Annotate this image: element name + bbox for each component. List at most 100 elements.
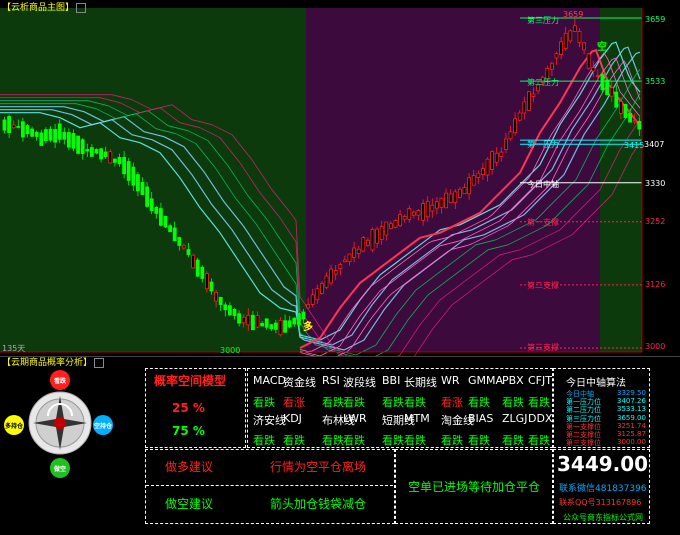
candle bbox=[71, 133, 76, 149]
level-label-pivot: 今日中轴 bbox=[527, 180, 559, 189]
candle bbox=[94, 148, 99, 154]
compass-right-button[interactable]: 空持仓 bbox=[93, 415, 113, 435]
candle bbox=[154, 206, 159, 214]
candle bbox=[411, 211, 416, 216]
indicator-signal: 看跌 bbox=[253, 396, 275, 409]
candle bbox=[434, 201, 439, 209]
candle bbox=[34, 131, 39, 137]
candle bbox=[246, 314, 251, 326]
candle bbox=[563, 32, 568, 49]
candle bbox=[296, 313, 301, 326]
candle bbox=[365, 239, 370, 246]
candle bbox=[237, 313, 242, 324]
candle bbox=[448, 193, 453, 204]
main-price-chart[interactable] bbox=[0, 0, 680, 356]
candle bbox=[517, 112, 522, 121]
level-value-r3: 3659 bbox=[645, 15, 666, 24]
level-label-s3: 第三支撑 bbox=[527, 343, 559, 352]
candle bbox=[85, 149, 90, 152]
indicator-signal: 看跌 bbox=[502, 396, 524, 409]
candle bbox=[402, 215, 407, 220]
candle bbox=[370, 228, 375, 251]
candle bbox=[90, 147, 94, 157]
candle bbox=[113, 158, 117, 163]
pivot-title: 今日中轴算法 bbox=[566, 378, 626, 389]
candle bbox=[388, 223, 393, 229]
pivot-row-value: 3329.50 bbox=[617, 389, 646, 397]
level-label-r1: 第一压力 bbox=[527, 140, 559, 149]
indicator-name: 波段线 bbox=[343, 376, 376, 389]
pivot-row-value: 3000.00 bbox=[617, 438, 646, 447]
pivot-row-value: 3407.26 bbox=[617, 397, 646, 406]
candle bbox=[462, 187, 467, 195]
indicator-signal: 看跌 bbox=[404, 396, 426, 409]
indicator-signal: 看涨 bbox=[441, 396, 463, 409]
indicator-name: ZLGJ bbox=[502, 412, 528, 425]
candle bbox=[329, 268, 334, 284]
candle bbox=[393, 219, 398, 228]
candle bbox=[241, 316, 246, 324]
candle bbox=[425, 200, 430, 218]
candle bbox=[531, 93, 536, 97]
panel-toggle-icon[interactable] bbox=[76, 2, 87, 13]
level-label-r2: 第二压力 bbox=[527, 78, 559, 87]
candle bbox=[11, 124, 16, 129]
candle bbox=[439, 197, 444, 209]
candle bbox=[338, 264, 343, 269]
candle bbox=[550, 62, 554, 70]
candle bbox=[227, 305, 232, 316]
candle bbox=[476, 172, 481, 178]
candle bbox=[20, 121, 25, 138]
indicator-name: WR bbox=[441, 374, 460, 387]
candle bbox=[218, 296, 223, 305]
indicator-signal: 看跌 bbox=[528, 434, 550, 447]
high-price-label: 3659 bbox=[563, 10, 584, 19]
candle bbox=[315, 288, 320, 301]
level-label-s1: 第一支撑 bbox=[527, 218, 559, 227]
candle bbox=[480, 168, 485, 175]
candle bbox=[269, 324, 274, 330]
candle bbox=[30, 128, 35, 137]
advice-short-text: 箭头加仓钱袋减仓 bbox=[270, 497, 367, 511]
candle bbox=[48, 128, 53, 141]
candle bbox=[191, 254, 196, 269]
candle bbox=[172, 227, 177, 242]
indicator-signal: 看跌 bbox=[382, 396, 404, 409]
candle bbox=[527, 91, 531, 111]
indicator-name: KDJ bbox=[283, 412, 302, 425]
indicator-signal: 看跌 bbox=[343, 396, 365, 409]
candle bbox=[407, 208, 412, 220]
candle bbox=[39, 132, 44, 146]
candle bbox=[145, 186, 150, 207]
candle bbox=[490, 151, 495, 170]
candle bbox=[287, 320, 292, 328]
indicator-name: 资金线 bbox=[283, 376, 316, 389]
candle bbox=[430, 204, 435, 212]
candle bbox=[324, 275, 329, 288]
indicator-signal: 看跌 bbox=[343, 434, 365, 447]
candle bbox=[384, 221, 389, 236]
compass-bottom-button[interactable]: 做空 bbox=[50, 458, 70, 478]
advice-short-label: 做空建议 bbox=[165, 497, 214, 511]
compass-left-button[interactable]: 多持仓 bbox=[4, 415, 24, 435]
candle bbox=[494, 152, 499, 163]
level-value-s2: 3126 bbox=[645, 280, 666, 289]
candle bbox=[632, 120, 637, 123]
candle bbox=[76, 135, 80, 154]
candle bbox=[80, 139, 85, 154]
candle bbox=[352, 247, 357, 258]
indicator-name: MTM bbox=[404, 412, 430, 425]
candle bbox=[223, 304, 228, 311]
advice-long-text: 行情为空平仓离场 bbox=[270, 460, 367, 474]
level-label-s2: 第二支撑 bbox=[527, 281, 559, 290]
candle bbox=[149, 198, 154, 212]
candle bbox=[255, 315, 260, 328]
candle bbox=[25, 125, 30, 135]
bull-zone-bg-right bbox=[600, 8, 642, 352]
candle bbox=[283, 320, 288, 333]
contact-wechat: 联系微信481837396 bbox=[559, 484, 647, 494]
candle bbox=[577, 31, 582, 43]
compass-top-button[interactable]: 看跌 bbox=[50, 370, 70, 390]
candle bbox=[260, 323, 265, 327]
indicator-name: MACD bbox=[253, 374, 286, 387]
